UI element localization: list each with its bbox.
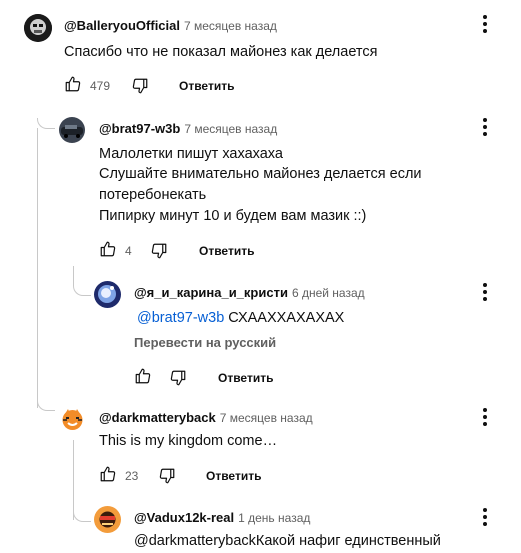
like-button[interactable] bbox=[99, 465, 117, 488]
thumb-down-icon bbox=[151, 243, 167, 259]
comment-header: @BalleryouOfficial 7 месяцев назад bbox=[64, 18, 277, 33]
translate-button[interactable]: Перевести на русский bbox=[134, 335, 276, 350]
more-vert-icon[interactable] bbox=[483, 508, 487, 529]
thread-connector bbox=[37, 398, 55, 411]
dislike-button[interactable] bbox=[131, 77, 149, 100]
comment-text-line: Пипирку минут 10 и будем вам мазик ::) bbox=[99, 208, 367, 224]
comment-text-line: потеребонекать bbox=[99, 187, 207, 203]
comment-text: @brat97-w3b СХААХХАХАХАХ bbox=[137, 309, 344, 328]
avatar[interactable] bbox=[94, 281, 121, 308]
like-count: 23 bbox=[125, 469, 139, 483]
avatar[interactable] bbox=[59, 117, 85, 143]
comment-text: @darkmatterybackКакой нафиг единственный bbox=[134, 533, 441, 549]
reply-button[interactable]: Ответить bbox=[179, 79, 234, 93]
thumb-down-icon bbox=[132, 78, 148, 94]
more-vert-icon[interactable] bbox=[483, 15, 487, 36]
reply-button[interactable]: Ответить bbox=[218, 371, 273, 385]
thumb-up-icon bbox=[135, 368, 151, 384]
comment-text-line: Малолетки пишут хахахаха bbox=[99, 146, 283, 162]
timestamp[interactable]: 7 месяцев назад bbox=[220, 411, 313, 425]
avatar[interactable] bbox=[94, 506, 121, 533]
comment-text: Спасибо что не показал майонез как делае… bbox=[64, 44, 378, 60]
avatar[interactable] bbox=[59, 406, 86, 433]
timestamp[interactable]: 7 месяцев назад bbox=[184, 19, 277, 33]
author-handle[interactable]: @brat97-w3b bbox=[99, 121, 180, 136]
like-count: 4 bbox=[125, 244, 132, 258]
dislike-button[interactable] bbox=[158, 467, 176, 490]
thumb-up-icon bbox=[100, 466, 116, 482]
thread-connector bbox=[73, 266, 91, 296]
comment-header: @darkmatteryback 7 месяцев назад bbox=[99, 410, 313, 425]
avatar[interactable] bbox=[24, 14, 52, 42]
author-handle[interactable]: @darkmatteryback bbox=[99, 410, 216, 425]
dislike-button[interactable] bbox=[169, 369, 187, 392]
comment-header: @Vadux12k-real 1 день назад bbox=[134, 510, 310, 525]
more-vert-icon[interactable] bbox=[483, 408, 487, 429]
timestamp[interactable]: 6 дней назад bbox=[292, 286, 365, 300]
thread-vertical-line bbox=[37, 128, 38, 408]
timestamp[interactable]: 1 день назад bbox=[238, 511, 310, 525]
comment-text-line: Слушайте внимательно майонез делается ес… bbox=[99, 166, 422, 182]
comment-body: СХААХХАХАХАХ bbox=[224, 310, 345, 326]
thread-connector bbox=[37, 118, 55, 129]
comment-header: @brat97-w3b 7 месяцев назад bbox=[99, 121, 277, 136]
thumb-up-icon bbox=[65, 76, 81, 92]
comment-text: This is my kingdom come… bbox=[99, 433, 278, 449]
thread-connector bbox=[73, 492, 91, 522]
like-button[interactable] bbox=[99, 240, 117, 263]
like-button[interactable] bbox=[134, 367, 152, 390]
like-count: 479 bbox=[90, 79, 111, 93]
comment-header: @я_и_карина_и_кристи 6 дней назад bbox=[134, 285, 365, 300]
reply-button[interactable]: Ответить bbox=[199, 244, 254, 258]
thumb-down-icon bbox=[170, 370, 186, 386]
dislike-button[interactable] bbox=[150, 242, 168, 265]
thumb-down-icon bbox=[159, 468, 175, 484]
thumb-up-icon bbox=[100, 241, 116, 257]
author-handle[interactable]: @BalleryouOfficial bbox=[64, 18, 180, 33]
author-handle[interactable]: @я_и_карина_и_кристи bbox=[134, 285, 288, 300]
author-handle[interactable]: @Vadux12k-real bbox=[134, 510, 234, 525]
mention-link[interactable]: @brat97-w3b bbox=[137, 310, 224, 326]
timestamp[interactable]: 7 месяцев назад bbox=[184, 122, 277, 136]
like-button[interactable] bbox=[64, 75, 82, 98]
more-vert-icon[interactable] bbox=[483, 118, 487, 139]
more-vert-icon[interactable] bbox=[483, 283, 487, 304]
reply-button[interactable]: Ответить bbox=[206, 469, 261, 483]
